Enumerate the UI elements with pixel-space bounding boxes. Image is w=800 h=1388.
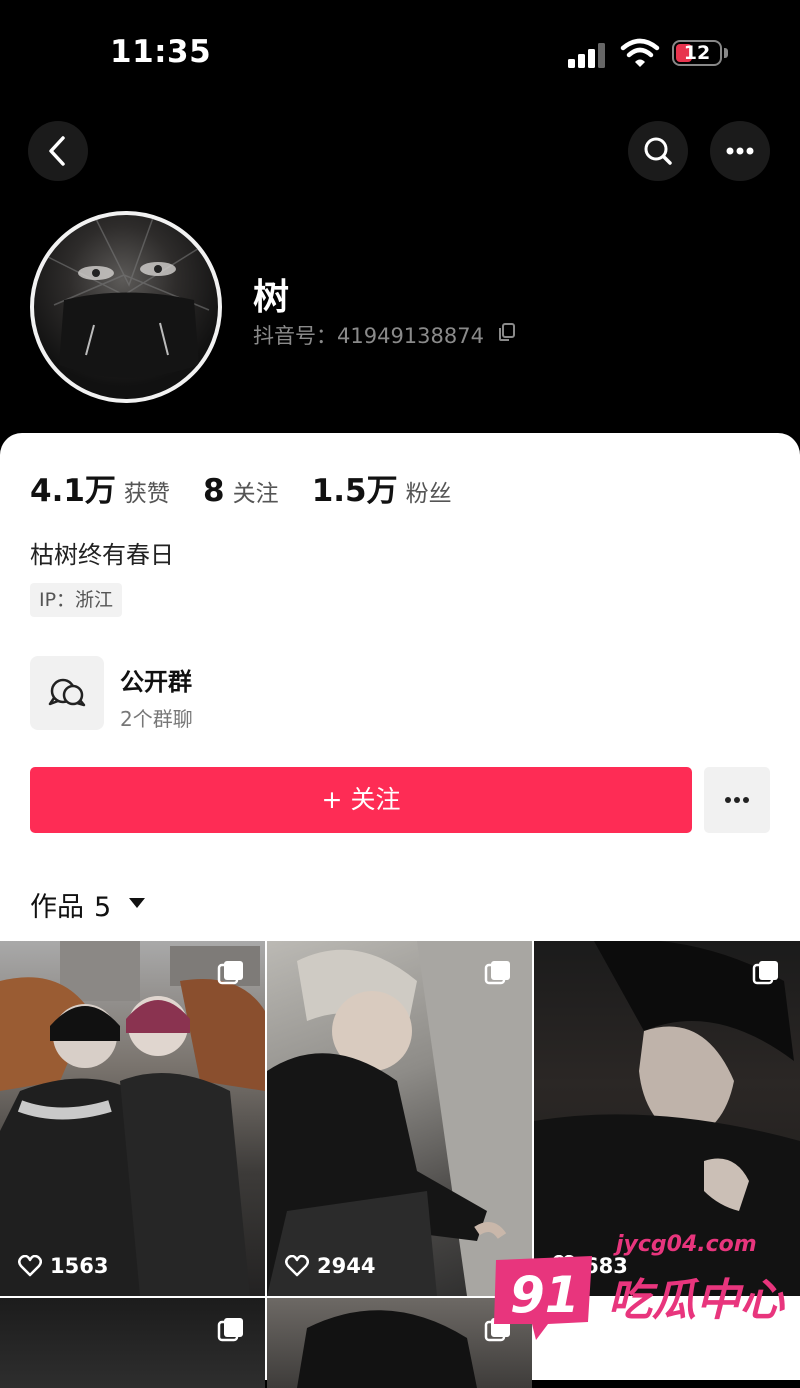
chat-bubbles-icon bbox=[48, 678, 86, 707]
back-button[interactable] bbox=[28, 121, 88, 181]
group-title[interactable]: 公开群 bbox=[120, 662, 192, 697]
chevron-left-icon bbox=[49, 136, 65, 166]
copy-icon[interactable] bbox=[497, 322, 517, 342]
stat-likes-label: 获赞 bbox=[123, 481, 170, 507]
more-options-button[interactable] bbox=[710, 121, 770, 181]
video-likes: 2944 bbox=[285, 1254, 375, 1278]
video-thumbnail[interactable] bbox=[0, 1298, 265, 1388]
nickname: 树 bbox=[253, 277, 290, 318]
watermark: jycg04.com 91 吃瓜中心 bbox=[488, 1232, 788, 1352]
watermark-text: 吃瓜中心 bbox=[608, 1275, 784, 1326]
works-count: 5 bbox=[94, 892, 112, 923]
stats-row: 4.1万 获赞 8 关注 1.5万 粉丝 bbox=[30, 465, 480, 510]
thumbnail-image bbox=[0, 941, 265, 1296]
heart-icon bbox=[285, 1255, 309, 1277]
video-thumbnail[interactable]: 1563 bbox=[0, 941, 265, 1296]
stat-followers-label: 粉丝 bbox=[405, 481, 452, 507]
multi-image-icon bbox=[752, 961, 778, 985]
group-subtitle: 2个群聊 bbox=[120, 707, 193, 731]
video-likes-count: 1563 bbox=[50, 1254, 109, 1278]
battery-level: 12 bbox=[683, 42, 711, 64]
stat-following-value: 8 bbox=[203, 473, 225, 509]
signal-icon bbox=[568, 42, 608, 68]
group-chat-button[interactable] bbox=[30, 656, 104, 730]
follow-button[interactable]: + 关注 bbox=[30, 767, 692, 833]
multi-image-icon bbox=[217, 961, 243, 985]
video-likes-count: 2944 bbox=[317, 1254, 376, 1278]
stat-followers-value: 1.5万 bbox=[311, 473, 398, 509]
works-tab[interactable]: 作品 5 bbox=[30, 885, 111, 924]
status-time: 11:35 bbox=[110, 34, 212, 70]
battery-cap bbox=[724, 48, 728, 58]
stat-followers[interactable]: 1.5万 粉丝 bbox=[312, 465, 452, 510]
follow-more-button[interactable] bbox=[704, 767, 770, 833]
douyin-id: 抖音号：41949138874 bbox=[253, 324, 484, 348]
watermark-logo: 91 bbox=[494, 1256, 592, 1340]
more-dots-icon bbox=[726, 147, 754, 155]
avatar[interactable] bbox=[30, 211, 222, 403]
stat-likes[interactable]: 4.1万 获赞 bbox=[30, 465, 170, 510]
status-bar: 11:35 12 bbox=[0, 0, 800, 100]
caret-down-icon[interactable] bbox=[128, 896, 146, 910]
multi-image-icon bbox=[217, 1318, 243, 1342]
multi-image-icon bbox=[484, 961, 510, 985]
wifi-icon bbox=[620, 38, 660, 67]
search-icon bbox=[644, 137, 672, 165]
works-label: 作品 bbox=[30, 892, 84, 923]
stat-following-label: 关注 bbox=[232, 481, 279, 507]
ip-location-tag: IP：浙江 bbox=[30, 583, 123, 617]
stat-likes-value: 4.1万 bbox=[30, 473, 116, 509]
avatar-portrait bbox=[43, 215, 210, 378]
video-likes: 1563 bbox=[18, 1254, 108, 1278]
heart-icon bbox=[18, 1255, 42, 1277]
battery-icon: 12 bbox=[672, 40, 722, 66]
watermark-url: jycg04.com bbox=[616, 1232, 757, 1257]
stat-following[interactable]: 8 关注 bbox=[203, 473, 279, 509]
bio-text: 枯树终有春日 bbox=[30, 541, 174, 569]
search-button[interactable] bbox=[628, 121, 688, 181]
more-dots-icon bbox=[725, 797, 749, 803]
watermark-number: 91 bbox=[510, 1266, 580, 1324]
